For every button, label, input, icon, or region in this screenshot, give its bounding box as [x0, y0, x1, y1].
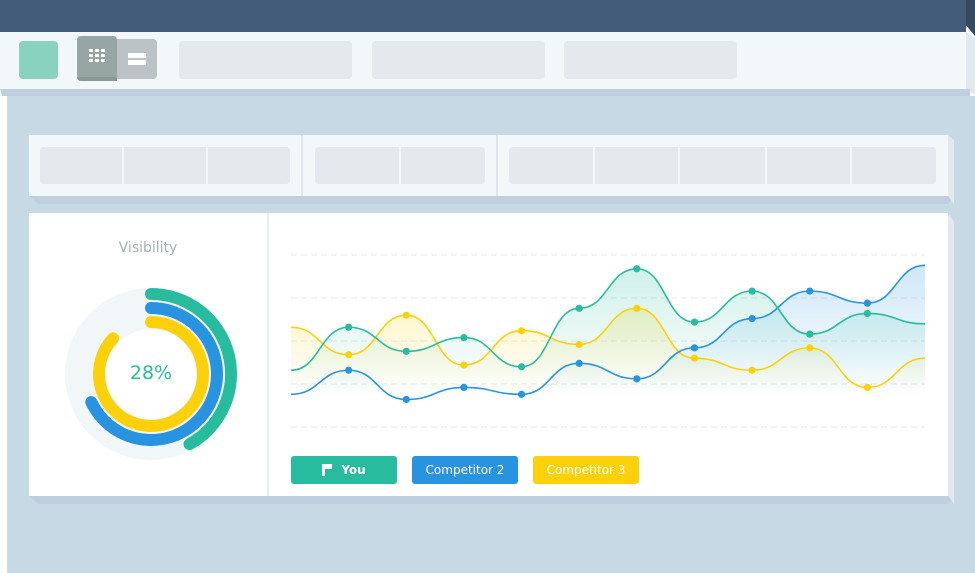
- point-you: [863, 309, 871, 318]
- visibility-title: Visibility: [118, 240, 178, 256]
- legend-competitor-2[interactable]: Competitor 2: [412, 456, 518, 484]
- line-chart: [290, 254, 926, 428]
- toolbar-tab-3[interactable]: [564, 41, 737, 79]
- filter-cell[interactable]: [509, 147, 593, 184]
- point-competitor-3: [633, 304, 641, 312]
- filter-cell[interactable]: [208, 147, 290, 184]
- point-competitor-3: [690, 354, 699, 362]
- point-competitor-2: [345, 366, 353, 374]
- point-competitor-2: [748, 315, 756, 323]
- point-competitor-3: [345, 351, 353, 359]
- point-competitor-3: [460, 361, 468, 369]
- filter-cell[interactable]: [852, 147, 936, 184]
- point-competitor-3: [863, 383, 871, 392]
- filter-cell[interactable]: [315, 147, 399, 184]
- toolbar-tab-1[interactable]: [179, 41, 352, 79]
- filter-bar-shadow: [29, 196, 954, 204]
- point-competitor-3: [402, 311, 410, 319]
- filter-divider: [301, 135, 303, 196]
- filter-cell[interactable]: [40, 147, 122, 184]
- filter-cell[interactable]: [766, 147, 851, 184]
- point-competitor-3: [575, 340, 583, 349]
- filter-bar-side: [948, 135, 954, 204]
- point-competitor-2: [460, 383, 468, 392]
- titlebar-edge: [966, 0, 975, 36]
- point-you: [345, 323, 353, 331]
- filter-cell[interactable]: [680, 147, 765, 184]
- grid-view-button[interactable]: [77, 36, 117, 81]
- toolbar-shadow: [0, 89, 970, 96]
- filter-group-3: [509, 147, 936, 184]
- list-view-button[interactable]: [113, 39, 157, 79]
- point-competitor-3: [517, 327, 526, 335]
- window-titlebar: [0, 0, 966, 32]
- toolbar-tab-2[interactable]: [372, 41, 545, 79]
- legend-competitor-3[interactable]: Competitor 3: [533, 456, 639, 484]
- filter-cell[interactable]: [594, 147, 679, 184]
- filter-divider: [496, 135, 498, 196]
- point-competitor-2: [690, 344, 699, 352]
- toolbar-side: [966, 32, 975, 95]
- filter-group-1: [40, 147, 290, 184]
- point-you: [575, 304, 583, 312]
- legend-you-label: You: [341, 463, 366, 477]
- legend-competitor-2-label: Competitor 2: [425, 463, 505, 477]
- point-you: [633, 265, 641, 273]
- panel-divider: [267, 213, 269, 496]
- grid-icon: [89, 49, 105, 62]
- panel-shadow: [29, 496, 954, 504]
- point-you: [748, 287, 756, 295]
- point-competitor-2: [633, 375, 641, 383]
- point-competitor-2: [575, 359, 583, 367]
- app-logo[interactable]: [19, 41, 58, 79]
- filter-cell[interactable]: [124, 147, 206, 184]
- point-competitor-2: [863, 299, 871, 307]
- point-competitor-2: [402, 395, 410, 404]
- legend-competitor-3-label: Competitor 3: [546, 463, 626, 477]
- panel-side: [948, 213, 954, 504]
- filter-cell[interactable]: [401, 147, 485, 184]
- point-you: [806, 330, 814, 338]
- point-you: [690, 318, 699, 326]
- point-competitor-3: [748, 366, 756, 374]
- legend-you[interactable]: You: [291, 456, 397, 484]
- list-icon: [128, 53, 146, 65]
- point-competitor-2: [517, 390, 526, 398]
- visibility-percentage: 28%: [129, 362, 173, 384]
- flag-icon: [322, 464, 333, 476]
- filter-group-2: [315, 147, 485, 184]
- point-you: [402, 347, 410, 355]
- point-competitor-3: [806, 344, 814, 352]
- point-you: [460, 333, 468, 342]
- point-competitor-2: [806, 287, 814, 295]
- point-you: [517, 363, 526, 371]
